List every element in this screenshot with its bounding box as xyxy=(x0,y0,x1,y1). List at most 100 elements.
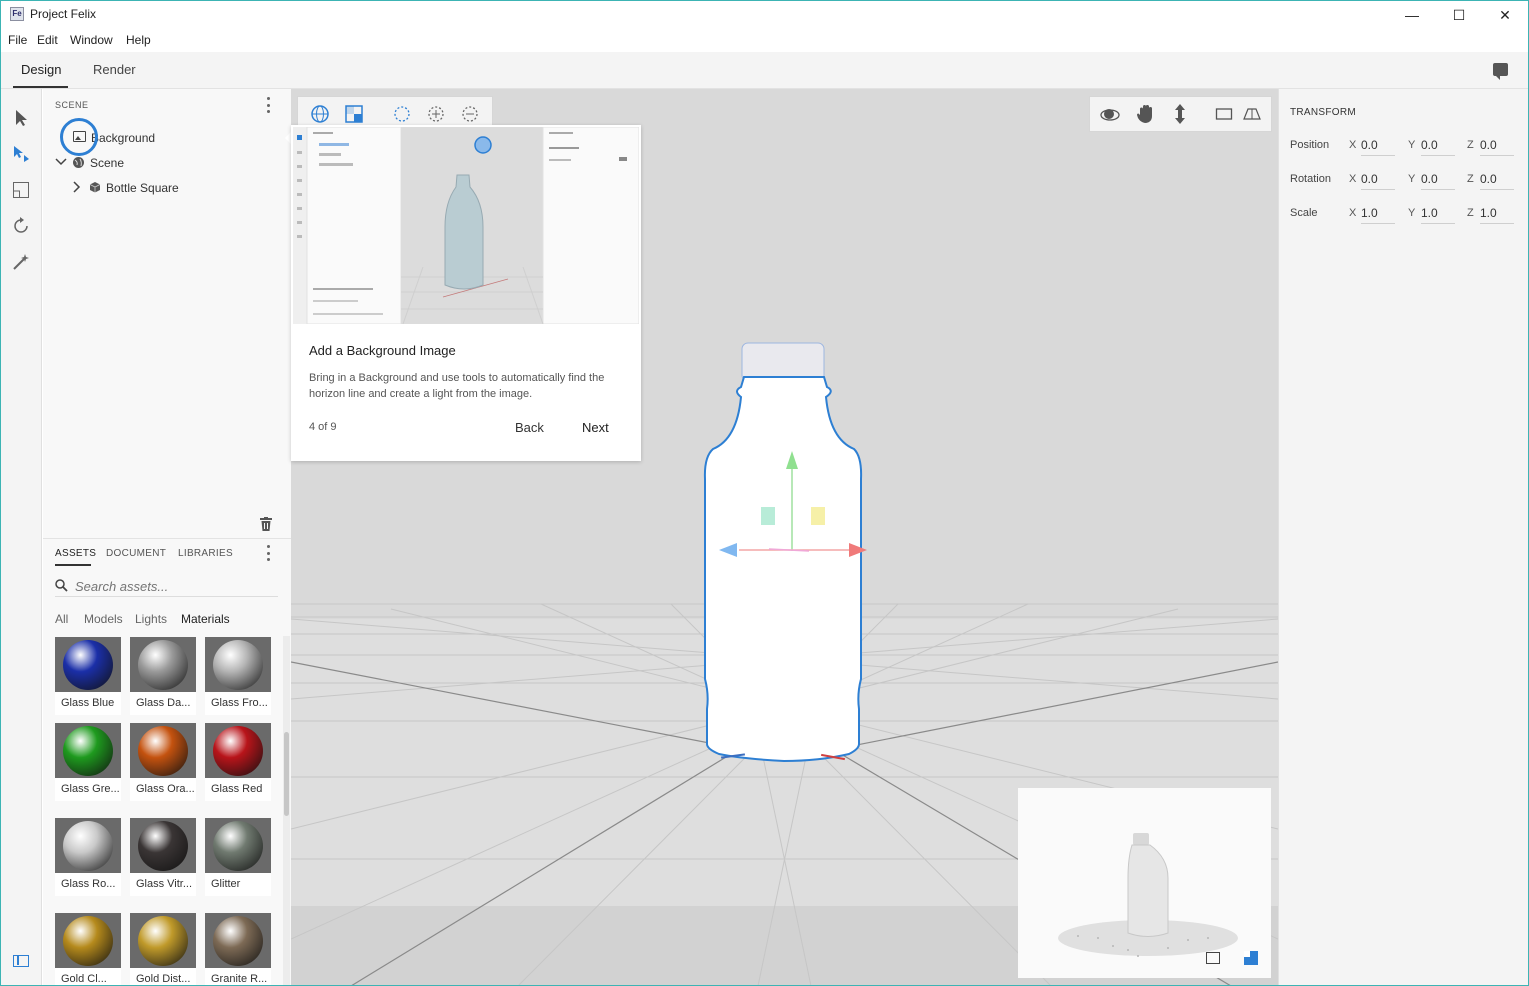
filter-lights[interactable]: Lights xyxy=(135,612,167,626)
material-tile[interactable]: Glass Vitr... xyxy=(130,818,196,896)
close-button[interactable]: ✕ xyxy=(1482,0,1528,30)
minimize-icon: — xyxy=(1405,7,1419,23)
panel-toggle-icon[interactable] xyxy=(13,955,29,967)
material-tile[interactable]: Glass Blue xyxy=(55,637,121,715)
tour-highlight-ring xyxy=(60,118,98,156)
search-icon xyxy=(55,579,68,592)
maximize-button[interactable]: ☐ xyxy=(1436,0,1482,30)
material-label: Glass Ro... xyxy=(61,878,116,890)
menu-file[interactable]: File xyxy=(8,33,27,47)
mode-bar xyxy=(0,52,1529,89)
rotation-z-field[interactable]: 0.0 xyxy=(1480,172,1514,190)
perspective-button[interactable] xyxy=(1242,104,1262,124)
material-thumbnail xyxy=(205,723,271,778)
material-tile[interactable]: Gold Cl... xyxy=(55,913,121,986)
move-tool-button[interactable] xyxy=(11,144,31,164)
scene-item-scene[interactable]: Scene xyxy=(90,156,124,170)
material-tile[interactable]: Glass Ora... xyxy=(130,723,196,801)
menu-window[interactable]: Window xyxy=(70,33,113,47)
filter-materials[interactable]: Materials xyxy=(181,612,230,626)
bottle-model[interactable] xyxy=(699,339,869,769)
tab-design[interactable]: Design xyxy=(21,62,61,77)
rotation-x-field[interactable]: 0.0 xyxy=(1361,172,1395,190)
tour-screenshot-image xyxy=(293,127,639,324)
window-title: Project Felix xyxy=(30,7,97,21)
feedback-chat-icon[interactable] xyxy=(1493,63,1508,80)
magic-wand-tool-button[interactable] xyxy=(11,252,31,272)
rotation-y-field[interactable]: 0.0 xyxy=(1421,172,1455,190)
material-label: Glass Vitr... xyxy=(136,878,193,890)
scale-tool-button[interactable] xyxy=(11,180,31,200)
asset-search-input[interactable] xyxy=(75,576,275,596)
material-thumbnail xyxy=(55,723,121,778)
orbit-button[interactable] xyxy=(1100,104,1120,124)
scene-item-bottle-square[interactable]: Bottle Square xyxy=(106,181,179,195)
material-tile[interactable]: Glass Red xyxy=(205,723,271,801)
position-z-field[interactable]: 0.0 xyxy=(1480,138,1514,156)
tab-libraries[interactable]: LIBRARIES xyxy=(178,548,233,559)
close-icon: ✕ xyxy=(1499,6,1511,23)
tour-back-button[interactable]: Back xyxy=(515,420,544,435)
scale-z-field[interactable]: 1.0 xyxy=(1480,206,1514,224)
material-sphere xyxy=(63,640,113,690)
material-label: Glass Red xyxy=(211,783,263,795)
material-tile[interactable]: Glass Ro... xyxy=(55,818,121,896)
asset-scrollbar-thumb[interactable] xyxy=(284,732,289,816)
material-tile[interactable]: Glitter xyxy=(205,818,271,896)
tab-render[interactable]: Render xyxy=(93,62,136,77)
tab-assets[interactable]: ASSETS xyxy=(55,548,96,559)
dotted-circle-icon xyxy=(394,106,410,122)
transform-label-scale: Scale xyxy=(1290,207,1318,219)
material-tile[interactable]: Glass Gre... xyxy=(55,723,121,801)
material-label: Glass Blue xyxy=(61,697,115,709)
filter-all[interactable]: All xyxy=(55,612,68,626)
material-sphere xyxy=(213,640,263,690)
position-x-field[interactable]: 0.0 xyxy=(1361,138,1395,156)
asset-search-row xyxy=(55,576,278,597)
chevron-right-icon[interactable] xyxy=(72,181,82,193)
position-y-field[interactable]: 0.0 xyxy=(1421,138,1455,156)
dolly-button[interactable] xyxy=(1170,104,1190,124)
transform-label-position: Position xyxy=(1290,139,1330,151)
active-tab-indicator xyxy=(13,86,68,88)
material-tile[interactable]: Glass Da... xyxy=(130,637,196,715)
frame-button[interactable] xyxy=(1214,104,1234,124)
select-tool-button[interactable] xyxy=(11,108,31,128)
menu-edit[interactable]: Edit xyxy=(37,33,58,47)
filter-models[interactable]: Models xyxy=(84,612,123,626)
preview-image-icon[interactable] xyxy=(1206,952,1220,964)
scene-more-icon[interactable] xyxy=(266,97,270,113)
material-sphere xyxy=(213,726,263,776)
environment-button[interactable] xyxy=(310,104,330,124)
material-label: Glass Fro... xyxy=(211,697,268,709)
subtract-select-button[interactable] xyxy=(460,104,480,124)
assets-more-icon[interactable] xyxy=(266,545,270,561)
material-sphere xyxy=(213,916,263,966)
material-thumbnail xyxy=(205,637,271,692)
scale-x-field[interactable]: 1.0 xyxy=(1361,206,1395,224)
window-border xyxy=(0,0,1,986)
menu-help[interactable]: Help xyxy=(126,33,151,47)
axis-label: X xyxy=(1349,139,1357,151)
material-tile[interactable]: Glass Fro... xyxy=(205,637,271,715)
minimize-button[interactable]: — xyxy=(1389,0,1435,30)
scale-y-field[interactable]: 1.0 xyxy=(1421,206,1455,224)
background-mode-button[interactable] xyxy=(344,104,364,124)
move-pointer-icon xyxy=(14,146,29,162)
tour-next-button[interactable]: Next xyxy=(582,420,609,435)
chevron-down-icon[interactable] xyxy=(55,157,67,167)
material-tile[interactable]: Granite R... xyxy=(205,913,271,986)
pan-button[interactable] xyxy=(1135,104,1155,124)
render-preview[interactable] xyxy=(1018,788,1271,978)
material-tile[interactable]: Gold Dist... xyxy=(130,913,196,986)
material-thumbnail xyxy=(205,913,271,968)
trash-icon[interactable] xyxy=(260,517,272,531)
material-label: Glass Gre... xyxy=(61,783,120,795)
material-sphere xyxy=(63,916,113,966)
scene-item-background[interactable]: Background xyxy=(91,131,155,145)
add-select-button[interactable] xyxy=(426,104,446,124)
preview-layout-icon[interactable] xyxy=(1244,951,1258,965)
tab-document[interactable]: DOCUMENT xyxy=(106,548,166,559)
rotate-tool-button[interactable] xyxy=(11,216,31,236)
ellipse-select-button[interactable] xyxy=(392,104,412,124)
